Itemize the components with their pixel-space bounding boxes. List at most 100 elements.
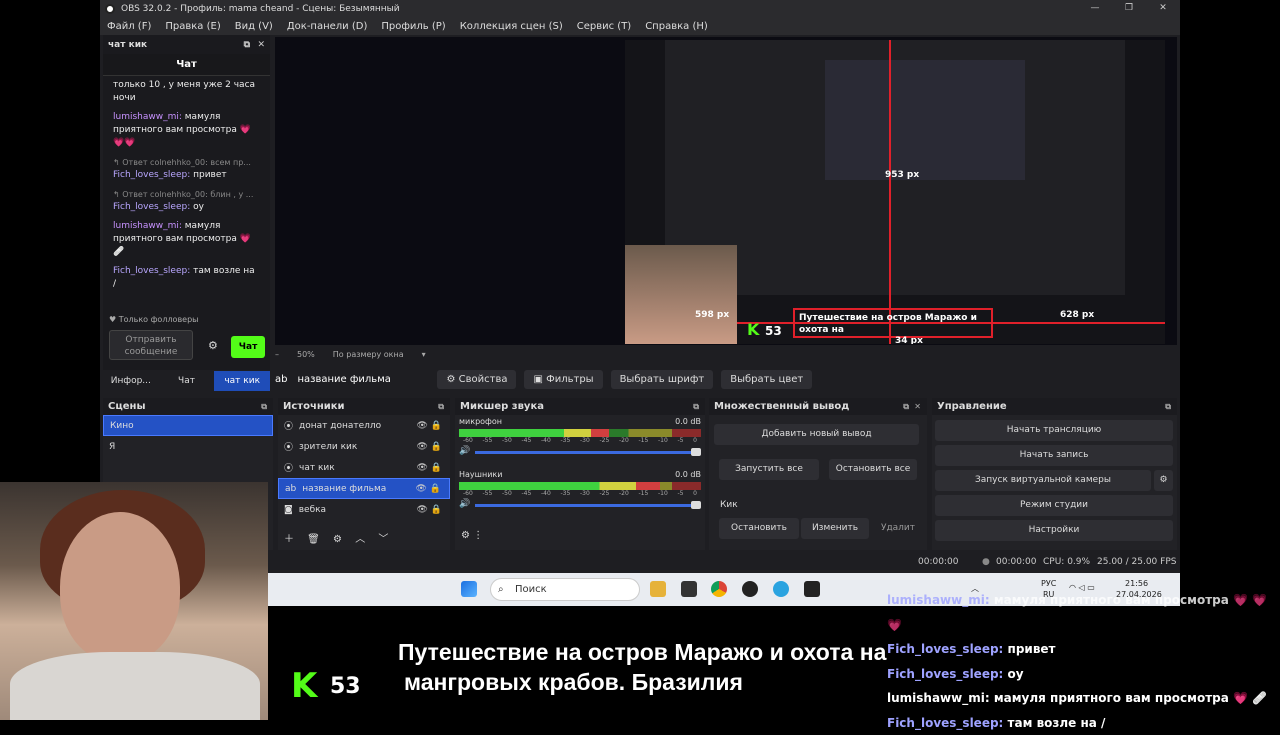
menu-edit[interactable]: Правка (E) bbox=[158, 21, 227, 32]
virtual-camera-button[interactable]: Запуск виртуальной камеры bbox=[935, 470, 1151, 491]
meter-tick-label: -35 bbox=[560, 437, 571, 444]
controls-header: Управление ⧉ bbox=[932, 398, 1177, 415]
undock-icon[interactable]: ⧉ bbox=[693, 402, 699, 412]
undock-icon[interactable]: ⧉ bbox=[903, 402, 909, 412]
preview-canvas[interactable]: Путешествие на остров Маражо и охота на … bbox=[275, 37, 1177, 345]
preview-webcam bbox=[625, 245, 737, 344]
obs-icon[interactable] bbox=[742, 581, 758, 597]
select-color-button[interactable]: Выбрать цвет bbox=[721, 369, 813, 389]
tab-chat[interactable]: Чат bbox=[159, 371, 215, 391]
settings-button[interactable]: Настройки bbox=[935, 520, 1173, 541]
close-icon[interactable]: ✕ bbox=[257, 40, 265, 50]
record-dot-icon: ● bbox=[982, 557, 990, 567]
app-icon[interactable] bbox=[681, 581, 697, 597]
sources-dock: Источники ⧉ ⦿ донат донателло 👁 🔒 ⦿ зрители … bbox=[278, 398, 450, 550]
delete-button[interactable]: Удалит bbox=[877, 518, 919, 539]
chevron-down-icon[interactable]: ▾ bbox=[422, 350, 426, 359]
eye-lock-icon[interactable]: 👁 🔒 bbox=[416, 484, 442, 494]
title-bar: OBS 32.0.2 - Профиль: mama cheand - Сцен… bbox=[100, 0, 1180, 17]
preview-title-box[interactable]: Путешествие на остров Маражо и охота на bbox=[793, 308, 993, 338]
close-button[interactable]: ✕ bbox=[1146, 0, 1180, 17]
telegram-icon[interactable] bbox=[773, 581, 789, 597]
meter-scale: -60 -55 -50 -45 -40 -35 -30 -25 -20 -15 -10 -5 0 bbox=[455, 437, 705, 446]
zoom-level[interactable]: 50% bbox=[297, 350, 315, 359]
zoom-out-icon[interactable]: – bbox=[275, 350, 279, 359]
source-item[interactable]: ⦿ донат донателло 👁 🔒 bbox=[278, 415, 450, 436]
source-item[interactable]: ⦿ зрители кик 👁 🔒 bbox=[278, 436, 450, 457]
meter-tick-label: -15 bbox=[638, 490, 649, 497]
record-timer: 00:00:00 bbox=[996, 557, 1037, 567]
undock-icon[interactable]: ⧉ bbox=[438, 402, 444, 412]
eye-lock-icon[interactable]: 👁 🔒 bbox=[417, 421, 443, 431]
output-target-label: Кик bbox=[720, 500, 738, 510]
mixer-channel: микрофон 0.0 dB -60 -55 -50 -45 -40 -35 -30 -25 -2… bbox=[455, 417, 705, 458]
meter-tick-label: -60 bbox=[463, 437, 473, 444]
speaker-icon[interactable]: 🔊 bbox=[459, 499, 470, 509]
source-item[interactable]: ⦿ чат кик 👁 🔒 bbox=[278, 457, 450, 478]
language-indicator[interactable]: РУС bbox=[1041, 579, 1056, 588]
audio-mixer-dock: Микшер звука ⧉ микрофон 0.0 dB -60 -55 -50 -45… bbox=[455, 398, 705, 550]
meter-tick-label: -55 bbox=[482, 437, 493, 444]
meter-tick-label: -35 bbox=[560, 490, 571, 497]
volume-slider[interactable]: 🔊 bbox=[459, 499, 701, 511]
tab-kick-chat[interactable]: чат кик bbox=[214, 371, 271, 391]
menu-docks[interactable]: Док-панели (D) bbox=[280, 21, 375, 32]
zoom-fit-select[interactable]: По размеру окна bbox=[333, 350, 404, 359]
meter-tick-label: -40 bbox=[541, 490, 551, 497]
menu-view[interactable]: Вид (V) bbox=[228, 21, 280, 32]
chat-dock-header: чат кик ⧉ ✕ bbox=[103, 35, 270, 54]
stream-timer: 00:00:00 bbox=[918, 557, 959, 567]
stop-button[interactable]: Остановить bbox=[719, 518, 799, 539]
stop-all-button[interactable]: Остановить все bbox=[829, 459, 917, 480]
eye-lock-icon[interactable]: 👁 🔒 bbox=[417, 463, 443, 473]
start-streaming-button[interactable]: Начать трансляцию bbox=[935, 420, 1173, 441]
maximize-button[interactable]: ❐ bbox=[1112, 0, 1146, 17]
menu-scene-collection[interactable]: Коллекция сцен (S) bbox=[453, 21, 570, 32]
start-recording-button[interactable]: Начать запись bbox=[935, 445, 1173, 466]
taskbar-search[interactable]: ⌕ Поиск bbox=[490, 578, 640, 601]
undock-icon[interactable]: ⧉ bbox=[1165, 402, 1171, 412]
select-font-button[interactable]: Выбрать шрифт bbox=[610, 369, 714, 389]
edit-button[interactable]: Изменить bbox=[801, 518, 869, 539]
guide-line-vertical bbox=[889, 40, 891, 344]
eye-lock-icon[interactable]: 👁 🔒 bbox=[417, 442, 443, 452]
menu-help[interactable]: Справка (H) bbox=[638, 21, 715, 32]
sources-toolbar[interactable]: ＋ 🗑 ⚙ ︿ ﹀ bbox=[284, 530, 388, 545]
menu-file[interactable]: Файл (F) bbox=[100, 21, 158, 32]
eye-lock-icon[interactable]: 👁 🔒 bbox=[417, 505, 443, 515]
start-all-button[interactable]: Запустить все bbox=[719, 459, 819, 480]
source-item[interactable]: ◙ вебка 👁 🔒 bbox=[278, 499, 450, 520]
send-message-input[interactable]: Отправить сообщение bbox=[109, 330, 193, 360]
gear-icon[interactable]: ⚙ bbox=[1154, 470, 1173, 491]
chat-message: lumishaww_mi: мамуля приятного вам просм… bbox=[113, 221, 251, 257]
chat-footer: ♥ Только фолловеры Отправить сообщение ⚙… bbox=[103, 315, 270, 360]
windows-start-icon[interactable] bbox=[461, 581, 477, 597]
close-icon[interactable]: ✕ bbox=[914, 402, 921, 411]
chat-send-button[interactable]: Чат bbox=[231, 336, 265, 358]
tab-info[interactable]: Инфор... bbox=[103, 371, 159, 391]
mixer-settings-icon[interactable]: ⚙ ⋮ bbox=[461, 530, 483, 541]
clock-time[interactable]: 21:56 bbox=[1125, 579, 1148, 588]
properties-button[interactable]: ⚙ Свойства bbox=[437, 369, 517, 389]
speaker-icon[interactable]: 🔊 bbox=[459, 446, 470, 456]
gear-icon[interactable]: ⚙ bbox=[208, 339, 218, 352]
source-item[interactable]: ab название фильма 👁 🔒 bbox=[278, 478, 450, 499]
terminal-icon[interactable] bbox=[804, 581, 820, 597]
guide-dim-label: 953 px bbox=[885, 170, 920, 180]
minimize-button[interactable]: — bbox=[1078, 0, 1112, 17]
chrome-icon[interactable] bbox=[711, 581, 727, 597]
scene-item-ya[interactable]: Я bbox=[103, 436, 273, 457]
undock-icon[interactable]: ⧉ bbox=[261, 402, 267, 412]
scene-item-kino[interactable]: Кино bbox=[103, 415, 273, 436]
volume-meter bbox=[459, 482, 701, 490]
menu-profile[interactable]: Профиль (P) bbox=[374, 21, 452, 32]
add-output-button[interactable]: Добавить новый вывод bbox=[714, 424, 919, 445]
meter-tick-label: -40 bbox=[541, 437, 551, 444]
filters-button[interactable]: ▣ Фильтры bbox=[524, 369, 603, 389]
folder-icon[interactable] bbox=[650, 581, 666, 597]
volume-slider[interactable]: 🔊 bbox=[459, 446, 701, 458]
studio-mode-button[interactable]: Режим студии bbox=[935, 495, 1173, 516]
menu-tools[interactable]: Сервис (T) bbox=[570, 21, 638, 32]
chat-message: lumishaww_mi: мамуля приятного вам просм… bbox=[113, 112, 251, 148]
undock-icon[interactable]: ⧉ bbox=[244, 40, 250, 50]
